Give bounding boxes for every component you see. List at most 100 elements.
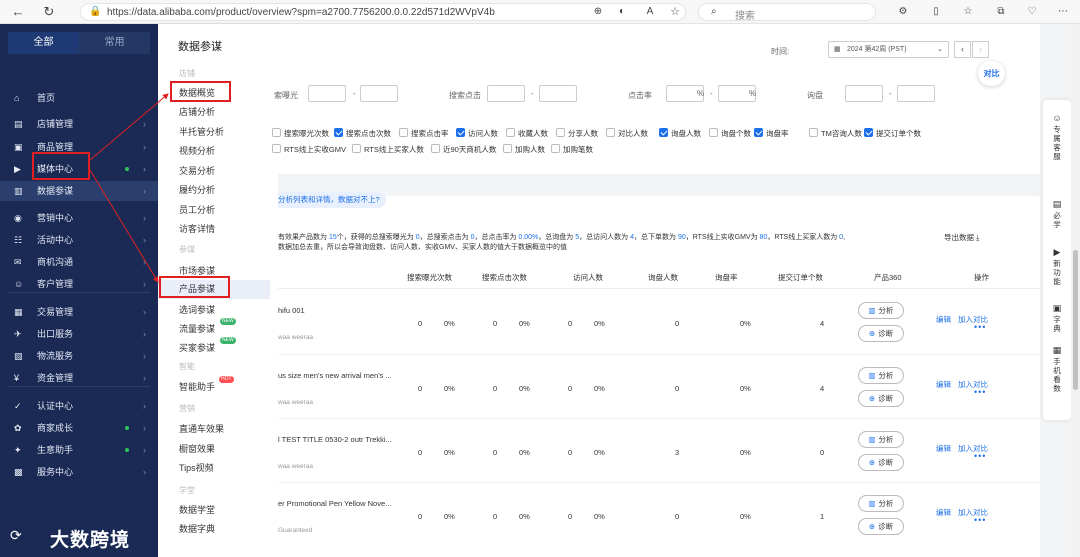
submenu-item-store-6[interactable]: 员工分析 (179, 203, 215, 216)
prev-week-button[interactable]: ‹ (954, 41, 971, 58)
analyze-button[interactable]: ▥ 分析 (858, 495, 904, 512)
new-feature-button[interactable]: ▶ 新功能 (1043, 248, 1071, 287)
submenu-item-store-2[interactable]: 半托管分析 (179, 125, 224, 138)
analyze-button[interactable]: ▥ 分析 (858, 431, 904, 448)
metric-checkbox-12[interactable]: RTS线上实收GMV (272, 144, 346, 155)
column-header-2[interactable]: 访问人数 (573, 272, 603, 283)
more-actions-icon[interactable]: ••• (974, 322, 986, 332)
collections-icon[interactable]: ⧉ (993, 4, 1009, 20)
analyze-button[interactable]: ▥ 分析 (858, 302, 904, 319)
sidebar-item-13[interactable]: ✓ 认证中心 › (0, 396, 158, 416)
submenu-item-store-5[interactable]: 履约分析 (179, 183, 215, 196)
metric-checkbox-0[interactable]: 搜索曝光次数 (272, 128, 329, 139)
submenu-item-store-3[interactable]: 视频分析 (179, 144, 215, 157)
metric-checkbox-14[interactable]: 近90天商机人数 (431, 144, 496, 155)
column-header-0[interactable]: 搜索曝光次数 (407, 272, 452, 283)
metric-checkbox-10[interactable]: TM咨询人数 (809, 128, 862, 139)
edit-link[interactable]: 编辑 (936, 507, 951, 518)
sidebar-item-9[interactable]: ▦ 交易管理 › (0, 302, 158, 322)
metric-checkbox-3[interactable]: 访问人数 (456, 128, 498, 139)
sidebar-item-6[interactable]: ☷ 活动中心 › (0, 230, 158, 250)
tab-all[interactable]: 全部 (8, 32, 79, 54)
diagnose-button[interactable]: ⊕ 诊断 (858, 518, 904, 535)
inquiry-min-input[interactable] (845, 85, 883, 102)
edit-link[interactable]: 编辑 (936, 443, 951, 454)
sidebar-item-8[interactable]: ☺ 客户管理 › (0, 274, 158, 294)
exposure-min-input[interactable] (308, 85, 346, 102)
sidebar-item-12[interactable]: ¥ 资金管理 › (0, 368, 158, 388)
metric-checkbox-8[interactable]: 询盘个数 (709, 128, 751, 139)
more-menu-icon[interactable]: ⋯ (1055, 4, 1071, 20)
analyze-button[interactable]: ▥ 分析 (858, 367, 904, 384)
date-select[interactable]: ▦ 2024 第42周 (PST) ⌄ (828, 41, 949, 58)
edit-link[interactable]: 编辑 (936, 314, 951, 325)
sidebar-item-10[interactable]: ✈ 出口服务 › (0, 324, 158, 344)
ctr-min-input[interactable]: % (666, 85, 704, 102)
compare-button[interactable]: 对比 (978, 61, 1005, 86)
submenu-item-advisor-2[interactable]: 选词参谋 (179, 303, 215, 316)
submenu-item-marketing-0[interactable]: 直通车效果 (179, 422, 224, 435)
submenu-item-advisor-4[interactable]: 买家参谋 (179, 341, 215, 354)
checkbox-box[interactable] (503, 144, 512, 153)
back-icon[interactable]: ← (10, 4, 26, 20)
checkbox-box[interactable] (709, 128, 718, 137)
extension-icon[interactable]: ⚙ (895, 4, 911, 20)
checkbox-box[interactable] (506, 128, 515, 137)
metric-checkbox-13[interactable]: RTS线上买家人数 (352, 144, 424, 155)
submenu-item-learn-1[interactable]: 数据字典 (179, 522, 215, 535)
column-header-5[interactable]: 提交订单个数 (778, 272, 823, 283)
sidebar-item-5[interactable]: ◉ 营销中心 › (0, 208, 158, 228)
sidebar-item-15[interactable]: ✦ 生意助手 › (0, 440, 158, 460)
dictionary-button[interactable]: ▣ 字典 (1043, 304, 1071, 334)
clicks-max-input[interactable] (539, 85, 577, 102)
tab-common[interactable]: 常用 (79, 32, 150, 54)
product-title[interactable]: us size men's new arrival men's ... (278, 371, 392, 380)
sidebar-item-14[interactable]: ✿ 商家成长 › (0, 418, 158, 438)
must-learn-button[interactable]: ▤ 必学 (1043, 200, 1071, 230)
submenu-item-smart-assistant[interactable]: 智能助手 (179, 380, 215, 393)
diagnose-button[interactable]: ⊕ 诊断 (858, 390, 904, 407)
checkbox-box[interactable] (659, 128, 668, 137)
metric-checkbox-7[interactable]: 询盘人数 (659, 128, 701, 139)
column-header-3[interactable]: 询盘人数 (648, 272, 678, 283)
sidebar-item-1[interactable]: ▤ 店铺管理 › (0, 114, 158, 134)
checkbox-box[interactable] (809, 128, 818, 137)
checkbox-box[interactable] (606, 128, 615, 137)
product-title[interactable]: er Promotional Pen Yellow Nove... (278, 499, 391, 508)
reload-icon[interactable]: ↻ (41, 4, 57, 20)
metric-checkbox-9[interactable]: 询盘率 (754, 128, 789, 139)
sidebar-item-4[interactable]: ▥ 数据参谋 › (0, 181, 158, 201)
sidebar-item-7[interactable]: ✉ 商机沟通 › (0, 252, 158, 272)
metric-checkbox-11[interactable]: 提交订单个数 (864, 128, 921, 139)
next-week-button[interactable]: › (972, 41, 989, 58)
find-icon[interactable]: ⊕ (590, 4, 606, 20)
split-screen-icon[interactable]: ▯ (928, 4, 944, 20)
checkbox-box[interactable] (431, 144, 440, 153)
exposure-max-input[interactable] (360, 85, 398, 102)
browser-search[interactable]: ⌕ 搜索 (698, 3, 876, 22)
metric-checkbox-2[interactable]: 搜索点击率 (399, 128, 449, 139)
checkbox-box[interactable] (334, 128, 343, 137)
submenu-item-store-4[interactable]: 交易分析 (179, 164, 215, 177)
product-title[interactable]: l TEST TITLE 0530-2 outr Trekki... (278, 435, 392, 444)
checkbox-box[interactable] (556, 128, 565, 137)
metric-checkbox-5[interactable]: 分享人数 (556, 128, 598, 139)
submenu-item-learn-0[interactable]: 数据学堂 (179, 503, 215, 516)
checkbox-box[interactable] (456, 128, 465, 137)
sidebar-item-16[interactable]: ▩ 服务中心 › (0, 462, 158, 482)
metric-checkbox-16[interactable]: 加购笔数 (551, 144, 593, 155)
more-actions-icon[interactable]: ••• (974, 515, 986, 525)
checkbox-box[interactable] (754, 128, 763, 137)
dedicated-service-button[interactable]: ☺ 专属客服 (1043, 114, 1071, 162)
translate-icon[interactable]: ◐ (614, 4, 630, 20)
ctr-max-input[interactable]: % (718, 85, 756, 102)
clicks-min-input[interactable] (487, 85, 525, 102)
more-actions-icon[interactable]: ••• (974, 451, 986, 461)
inquiry-max-input[interactable] (897, 85, 935, 102)
checkbox-box[interactable] (551, 144, 560, 153)
mobile-data-button[interactable]: ▦ 手机看数 (1043, 346, 1071, 394)
column-header-1[interactable]: 搜索点击次数 (482, 272, 527, 283)
metric-checkbox-4[interactable]: 收藏人数 (506, 128, 548, 139)
read-aloud-icon[interactable]: A (642, 4, 658, 20)
metric-checkbox-1[interactable]: 搜索点击次数 (334, 128, 391, 139)
